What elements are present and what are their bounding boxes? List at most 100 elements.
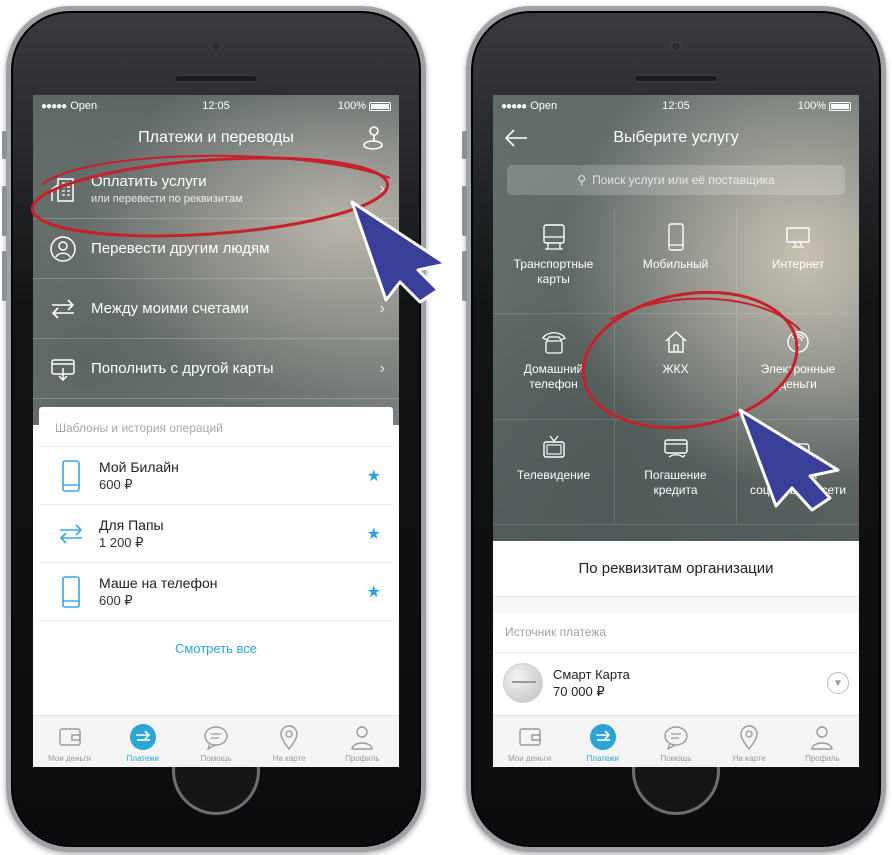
payments-menu: Оплатить услуги или перевести по реквизи… <box>33 159 399 399</box>
see-all-link[interactable]: Смотреть все <box>39 621 393 656</box>
chat-bubble-icon <box>204 726 228 751</box>
service-mobile[interactable]: Мобильный <box>615 209 737 315</box>
tab-bar: Мои деньги Платежи Помощь На карте Профи… <box>493 715 859 767</box>
template-item[interactable]: Для Папы 1 200 ₽ ★ <box>39 505 393 563</box>
front-camera <box>671 41 681 51</box>
menu-between-accounts[interactable]: Между моими счетами › <box>33 279 399 339</box>
template-amount: 600 ₽ <box>99 476 133 492</box>
templates-title: Шаблоны и история операций <box>39 407 393 447</box>
template-item[interactable]: Маше на телефон 600 ₽ ★ <box>39 563 393 621</box>
e-money-icon <box>787 331 809 354</box>
service-label: Игры и социальные сети <box>749 467 847 497</box>
tab-bar: Мои деньги Платежи Помощь На карте Профи… <box>33 715 399 767</box>
status-time: 12:05 <box>662 100 690 112</box>
battery-icon <box>369 101 391 111</box>
card-thumbnail <box>503 663 543 703</box>
status-time: 12:05 <box>202 100 230 112</box>
phone-left: ●●●●● Open 12:05 100% Платежи и переводы <box>2 6 426 852</box>
tab-my-money[interactable]: Мои деньги <box>495 723 565 763</box>
tab-map[interactable]: На карте <box>254 723 324 763</box>
phone-icon <box>62 575 80 608</box>
service-label: Транспортные карты <box>513 257 594 286</box>
service-transport-cards[interactable]: Транспортные карты <box>493 209 615 315</box>
back-arrow-icon[interactable] <box>503 125 529 151</box>
service-internet[interactable]: Интернет <box>737 209 859 315</box>
chevron-right-icon: › <box>379 179 385 197</box>
tab-map[interactable]: На карте <box>714 723 784 763</box>
nav-header: Выберите услугу <box>493 117 859 159</box>
service-home-phone[interactable]: Домашний телефон <box>493 314 615 420</box>
tab-profile[interactable]: Профиль <box>787 723 857 763</box>
card-topup-icon <box>51 358 75 381</box>
services-grid: Транспортные карты Мобильный Интернет До… <box>493 209 859 525</box>
search-input[interactable]: ⚲ Поиск услуги или её поставщика <box>507 165 845 195</box>
payment-source-title: Источник платежа <box>493 613 859 653</box>
service-loan-repayment[interactable]: Погашение кредита <box>615 419 737 525</box>
service-label: Телевидение <box>516 467 591 482</box>
bottom-sheet: По реквизитам организации Источник плате… <box>493 541 859 715</box>
chevron-down-icon[interactable]: ▼ <box>827 672 849 694</box>
chevron-right-icon: › <box>379 239 385 257</box>
menu-title: Перевести другим людям <box>91 240 270 257</box>
battery-percent: 100% <box>337 100 366 112</box>
tab-label: Платежи <box>126 754 159 763</box>
template-name: Мой Билайн <box>99 458 179 475</box>
status-bar: ●●●●● Open 12:05 100% <box>493 95 859 117</box>
search-placeholder: Поиск услуги или её поставщика <box>592 173 775 187</box>
transfer-arrows-icon <box>59 523 83 544</box>
mute-switch <box>2 131 7 159</box>
tv-icon <box>542 435 565 458</box>
credit-payment-icon <box>663 438 688 458</box>
menu-pay-services[interactable]: Оплатить услуги или перевести по реквизи… <box>33 159 399 219</box>
service-games-social[interactable]: Игры и социальные сети <box>737 420 859 525</box>
service-label: Погашение кредита <box>644 467 707 497</box>
tab-payments[interactable]: Платежи <box>108 723 178 763</box>
menu-transfer-people[interactable]: Перевести другим людям › <box>33 219 399 279</box>
status-bar: ●●●●● Open 12:05 100% <box>33 95 399 117</box>
volume-down-button <box>2 251 7 301</box>
map-pin-icon <box>280 725 298 751</box>
template-item[interactable]: Мой Билайн 600 ₽ ★ <box>39 447 393 505</box>
phone-icon <box>62 459 80 492</box>
menu-topup-card[interactable]: Пополнить с другой карты › <box>33 339 399 399</box>
tab-payments[interactable]: Платежи <box>568 723 638 763</box>
monitor-icon <box>786 227 810 248</box>
service-label: Интернет <box>771 257 825 271</box>
by-requisites-button[interactable]: По реквизитам организации <box>493 541 859 597</box>
service-housing-utilities[interactable]: ЖКХ <box>615 314 737 420</box>
service-e-money[interactable]: Электронные деньги <box>737 314 859 420</box>
tab-my-money[interactable]: Мои деньги <box>35 723 105 763</box>
favorite-star-icon[interactable]: ★ <box>367 524 381 544</box>
house-icon <box>665 331 686 354</box>
favorite-star-icon[interactable]: ★ <box>367 582 381 602</box>
service-label: ЖКХ <box>662 362 689 377</box>
mute-switch <box>462 131 467 159</box>
carrier-label: Open <box>530 100 558 112</box>
tab-help[interactable]: Помощь <box>181 723 251 763</box>
chevron-right-icon: › <box>379 299 385 317</box>
template-name: Маше на телефон <box>99 574 218 591</box>
tab-label: Платежи <box>586 754 619 763</box>
template-amount: 1 200 ₽ <box>99 534 144 550</box>
wallet-icon <box>58 728 81 746</box>
battery-percent: 100% <box>797 100 826 112</box>
favorite-star-icon[interactable]: ★ <box>367 466 381 486</box>
payment-source-card[interactable]: Смарт Карта 70 000 ₽ ▼ <box>493 653 859 713</box>
earpiece-speaker <box>634 75 718 82</box>
tab-profile[interactable]: Профиль <box>327 723 397 763</box>
screen: ●●●●● Open 12:05 100% Выберите услугу ⚲ … <box>493 95 859 767</box>
service-label: Электронные деньги <box>760 362 836 392</box>
front-camera <box>211 41 221 51</box>
tab-help[interactable]: Помощь <box>641 723 711 763</box>
tab-label: Профиль <box>345 754 380 763</box>
tab-label: Профиль <box>805 754 840 763</box>
service-television[interactable]: Телевидение <box>493 419 615 525</box>
map-search-icon[interactable] <box>361 125 385 151</box>
earpiece-speaker <box>174 75 258 82</box>
battery-icon <box>829 101 851 111</box>
tab-label: На карте <box>272 754 306 763</box>
tab-label: Помощь <box>200 754 232 763</box>
map-pin-icon <box>740 725 758 751</box>
phone-right: ●●●●● Open 12:05 100% Выберите услугу ⚲ … <box>462 6 886 852</box>
wallet-icon <box>518 728 541 746</box>
